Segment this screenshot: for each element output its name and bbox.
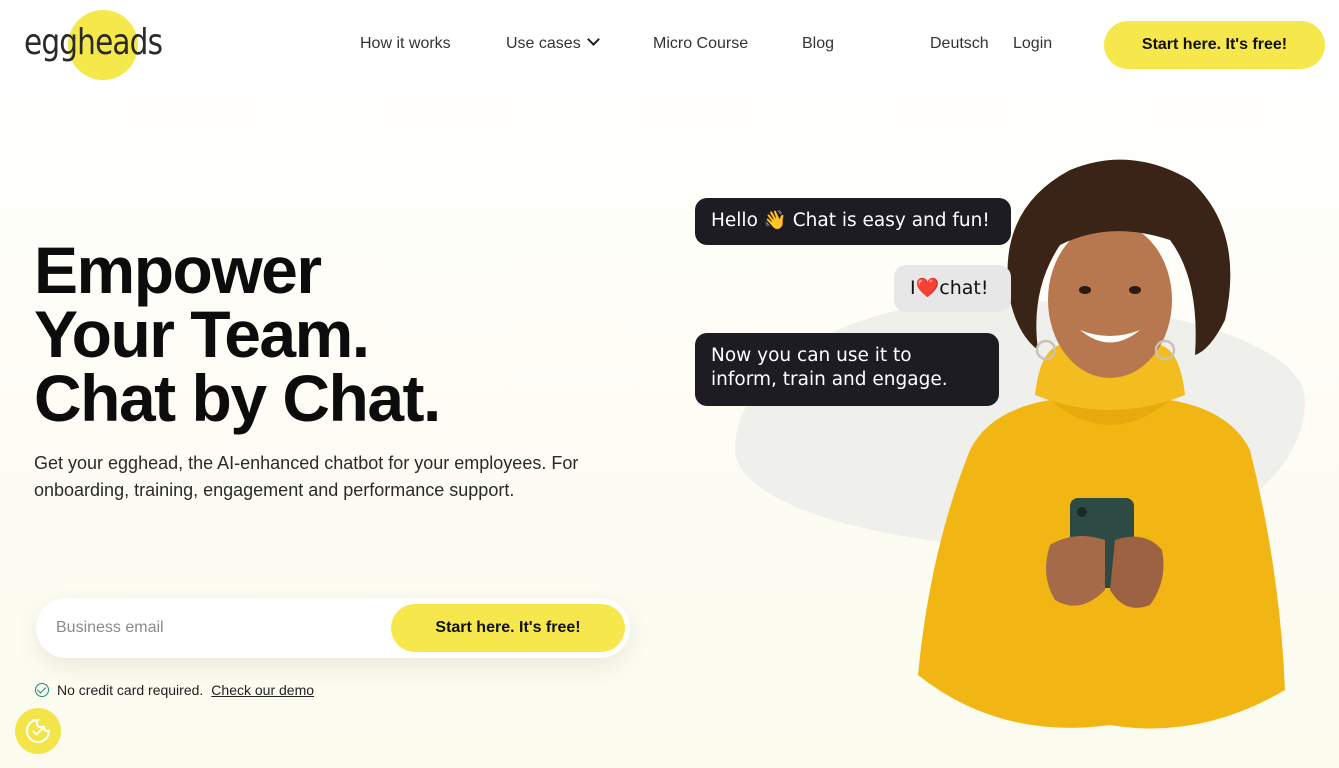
language-switch-deutsch[interactable]: Deutsch — [930, 35, 989, 53]
chat-bubble-love-text-end: chat! — [939, 277, 989, 299]
check-circle-icon — [35, 683, 49, 697]
chat-bubble-hello: Hello 👋 Chat is easy and fun! — [695, 198, 1011, 245]
hero-title-line-3: Chat by Chat. — [34, 361, 441, 435]
hero-title-line-2: Your Team. — [34, 297, 370, 371]
nav-use-cases[interactable]: Use cases — [506, 33, 600, 53]
check-demo-link[interactable]: Check our demo — [211, 682, 314, 698]
hero-subtitle: Get your egghead, the AI-enhanced chatbo… — [34, 453, 579, 500]
nav-blog[interactable]: Blog — [802, 35, 834, 53]
site-header: eggheads How it works Use cases Micro Co… — [0, 0, 1339, 90]
login-link[interactable]: Login — [1013, 35, 1052, 53]
nav-use-cases-label: Use cases — [506, 35, 581, 52]
nav-micro-course[interactable]: Micro Course — [653, 35, 748, 53]
heart-icon: ❤️ — [915, 277, 940, 299]
chevron-down-icon — [586, 33, 600, 46]
cookie-consent-icon — [26, 718, 51, 743]
nav-how-it-works[interactable]: How it works — [360, 35, 451, 53]
no-credit-card-note: No credit card required. Check our demo — [35, 682, 314, 698]
signup-form: Start here. It's free! — [36, 598, 630, 658]
no-credit-card-text: No credit card required. — [57, 682, 204, 698]
header-cta-button[interactable]: Start here. It's free! — [1104, 21, 1325, 69]
signup-cta-button[interactable]: Start here. It's free! — [391, 604, 625, 652]
chat-bubble-inform: Now you can use it to inform, train and … — [695, 333, 999, 406]
chat-bubble-hello-text-end: Chat is easy and fun! — [792, 210, 990, 231]
hero-title: Empower Your Team. Chat by Chat. — [34, 233, 441, 435]
cookie-consent-button[interactable] — [15, 708, 61, 754]
chat-bubble-hello-text-start: Hello — [711, 210, 758, 231]
chat-bubble-love-chat: I❤️chat! — [894, 265, 1011, 312]
business-email-input[interactable] — [56, 612, 386, 644]
waving-hand-icon: 👋 — [763, 210, 787, 231]
logo-text: eggheads — [24, 22, 163, 63]
eggheads-logo[interactable]: eggheads — [24, 10, 163, 82]
hero-title-line-1: Empower — [34, 233, 322, 307]
